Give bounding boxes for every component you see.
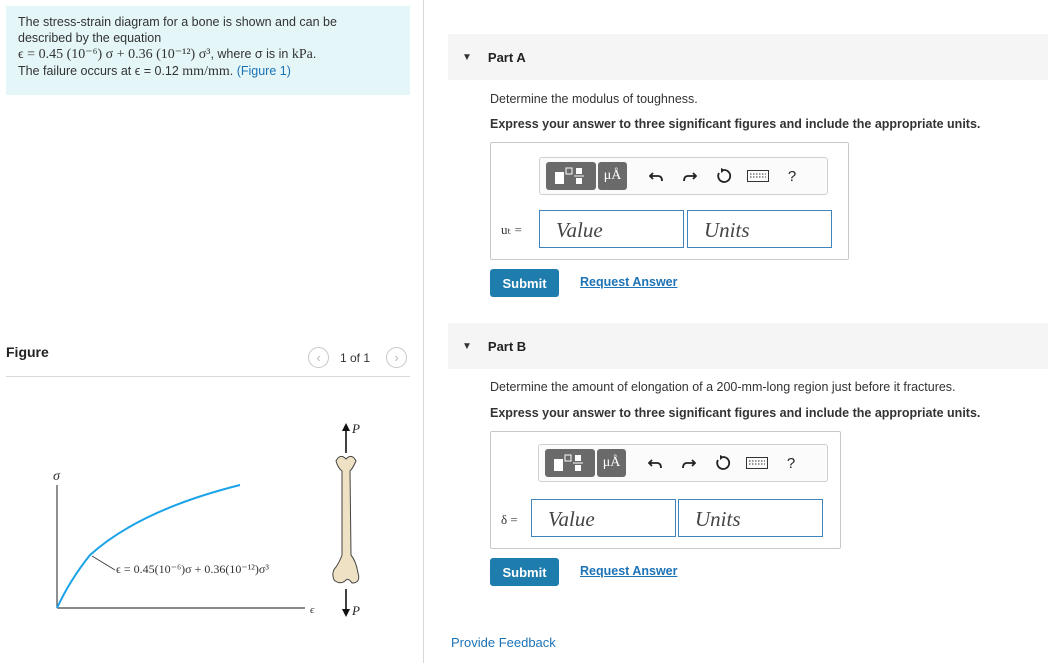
figure-divider [6,376,410,377]
failure-unit: mm/mm [182,64,230,79]
keyboard-icon[interactable] [742,449,772,477]
figure-pager: 1 of 1 [340,351,371,365]
collapse-triangle-icon[interactable]: ▼ [462,341,472,352]
x-axis-label: ϵ [310,604,315,616]
part-a-value-input[interactable]: Value [539,210,684,248]
chevron-right-icon[interactable]: › [386,347,407,368]
stress-strain-figure: σ ϵ ϵ = 0.45(10⁻⁶)σ + 0.36(10⁻¹²)σ³ P P [53,421,360,618]
reset-icon[interactable] [709,162,739,190]
bone-illustration [332,455,360,584]
part-b-label: Part B [487,338,527,354]
undo-icon[interactable] [640,449,670,477]
problem-line-2: described by the equation [18,31,162,45]
problem-equation-suffix: , where σ is in [210,47,292,61]
curve-equation-label: ϵ = 0.45(10⁻⁶)σ + 0.36(10⁻¹²)σ³ [116,562,269,576]
y-axis-label: σ [53,469,61,484]
figure-heading: Figure [6,344,49,360]
templates-icon[interactable] [545,449,595,477]
keyboard-icon[interactable] [743,162,773,190]
part-b-answer-box: μÅ ? δ = Value Units [490,431,841,549]
arrow-down-icon [342,609,350,617]
part-b-value-input[interactable]: Value [531,499,676,537]
problem-equation: ϵ = 0.45 (10⁻⁶) σ + 0.36 (10⁻¹²) σ³ [18,47,211,62]
help-icon[interactable]: ? [777,162,807,190]
part-b-header[interactable]: ▼ Part B [448,323,1048,369]
part-b-units-input[interactable]: Units [678,499,823,537]
templates-icon[interactable] [546,162,596,190]
part-b-toolbar: μÅ ? [538,444,828,482]
part-a-instruction: Express your answer to three significant… [490,117,981,131]
part-a-header[interactable]: ▼ Part A [448,34,1048,80]
column-divider [423,0,424,663]
part-a-request-answer-link[interactable]: Request Answer [580,275,677,289]
provide-feedback-link[interactable]: Provide Feedback [451,635,556,650]
problem-failure-line: The failure occurs at ϵ = 0.12 mm/mm. (F… [18,64,291,79]
collapse-triangle-icon[interactable]: ▼ [462,52,472,63]
load-label-top: P [351,421,360,436]
stress-strain-curve [56,484,241,609]
part-b-variable: δ = [501,512,518,527]
failure-text: The failure occurs at ϵ = 0.12 [18,64,183,78]
part-b-instruction: Express your answer to three significant… [490,406,981,420]
part-b-submit-button[interactable]: Submit [490,558,559,586]
part-a-toolbar: μÅ ? [539,157,828,195]
part-a-label: Part A [487,49,526,65]
problem-equation-line: ϵ = 0.45 (10⁻⁶) σ + 0.36 (10⁻¹²) σ³, whe… [18,47,317,62]
part-b-request-answer-link[interactable]: Request Answer [580,564,677,578]
load-label-bottom: P [351,603,360,618]
units-icon[interactable]: μÅ [598,162,627,190]
curve-leader-line [91,555,116,571]
part-b-question: Determine the amount of elongation of a … [490,380,956,394]
part-a-answer-box: μÅ ? uₜ = Value Units [490,142,849,260]
undo-icon[interactable] [641,162,671,190]
part-a-units-input[interactable]: Units [687,210,832,248]
reset-icon[interactable] [708,449,738,477]
part-a-variable: uₜ = [501,222,522,237]
unit-kpa: kPa [291,47,313,62]
part-a-submit-button[interactable]: Submit [490,269,559,297]
figure-link[interactable]: (Figure 1) [237,64,291,78]
redo-icon[interactable] [674,449,704,477]
chevron-left-icon[interactable]: ‹ [308,347,329,368]
arrow-up-icon [342,423,350,431]
problem-line-1: The stress-strain diagram for a bone is … [18,15,337,29]
part-a-question: Determine the modulus of toughness. [490,92,698,106]
units-icon[interactable]: μÅ [597,449,626,477]
help-icon[interactable]: ? [776,449,806,477]
redo-icon[interactable] [675,162,705,190]
problem-statement: The stress-strain diagram for a bone is … [6,6,410,95]
